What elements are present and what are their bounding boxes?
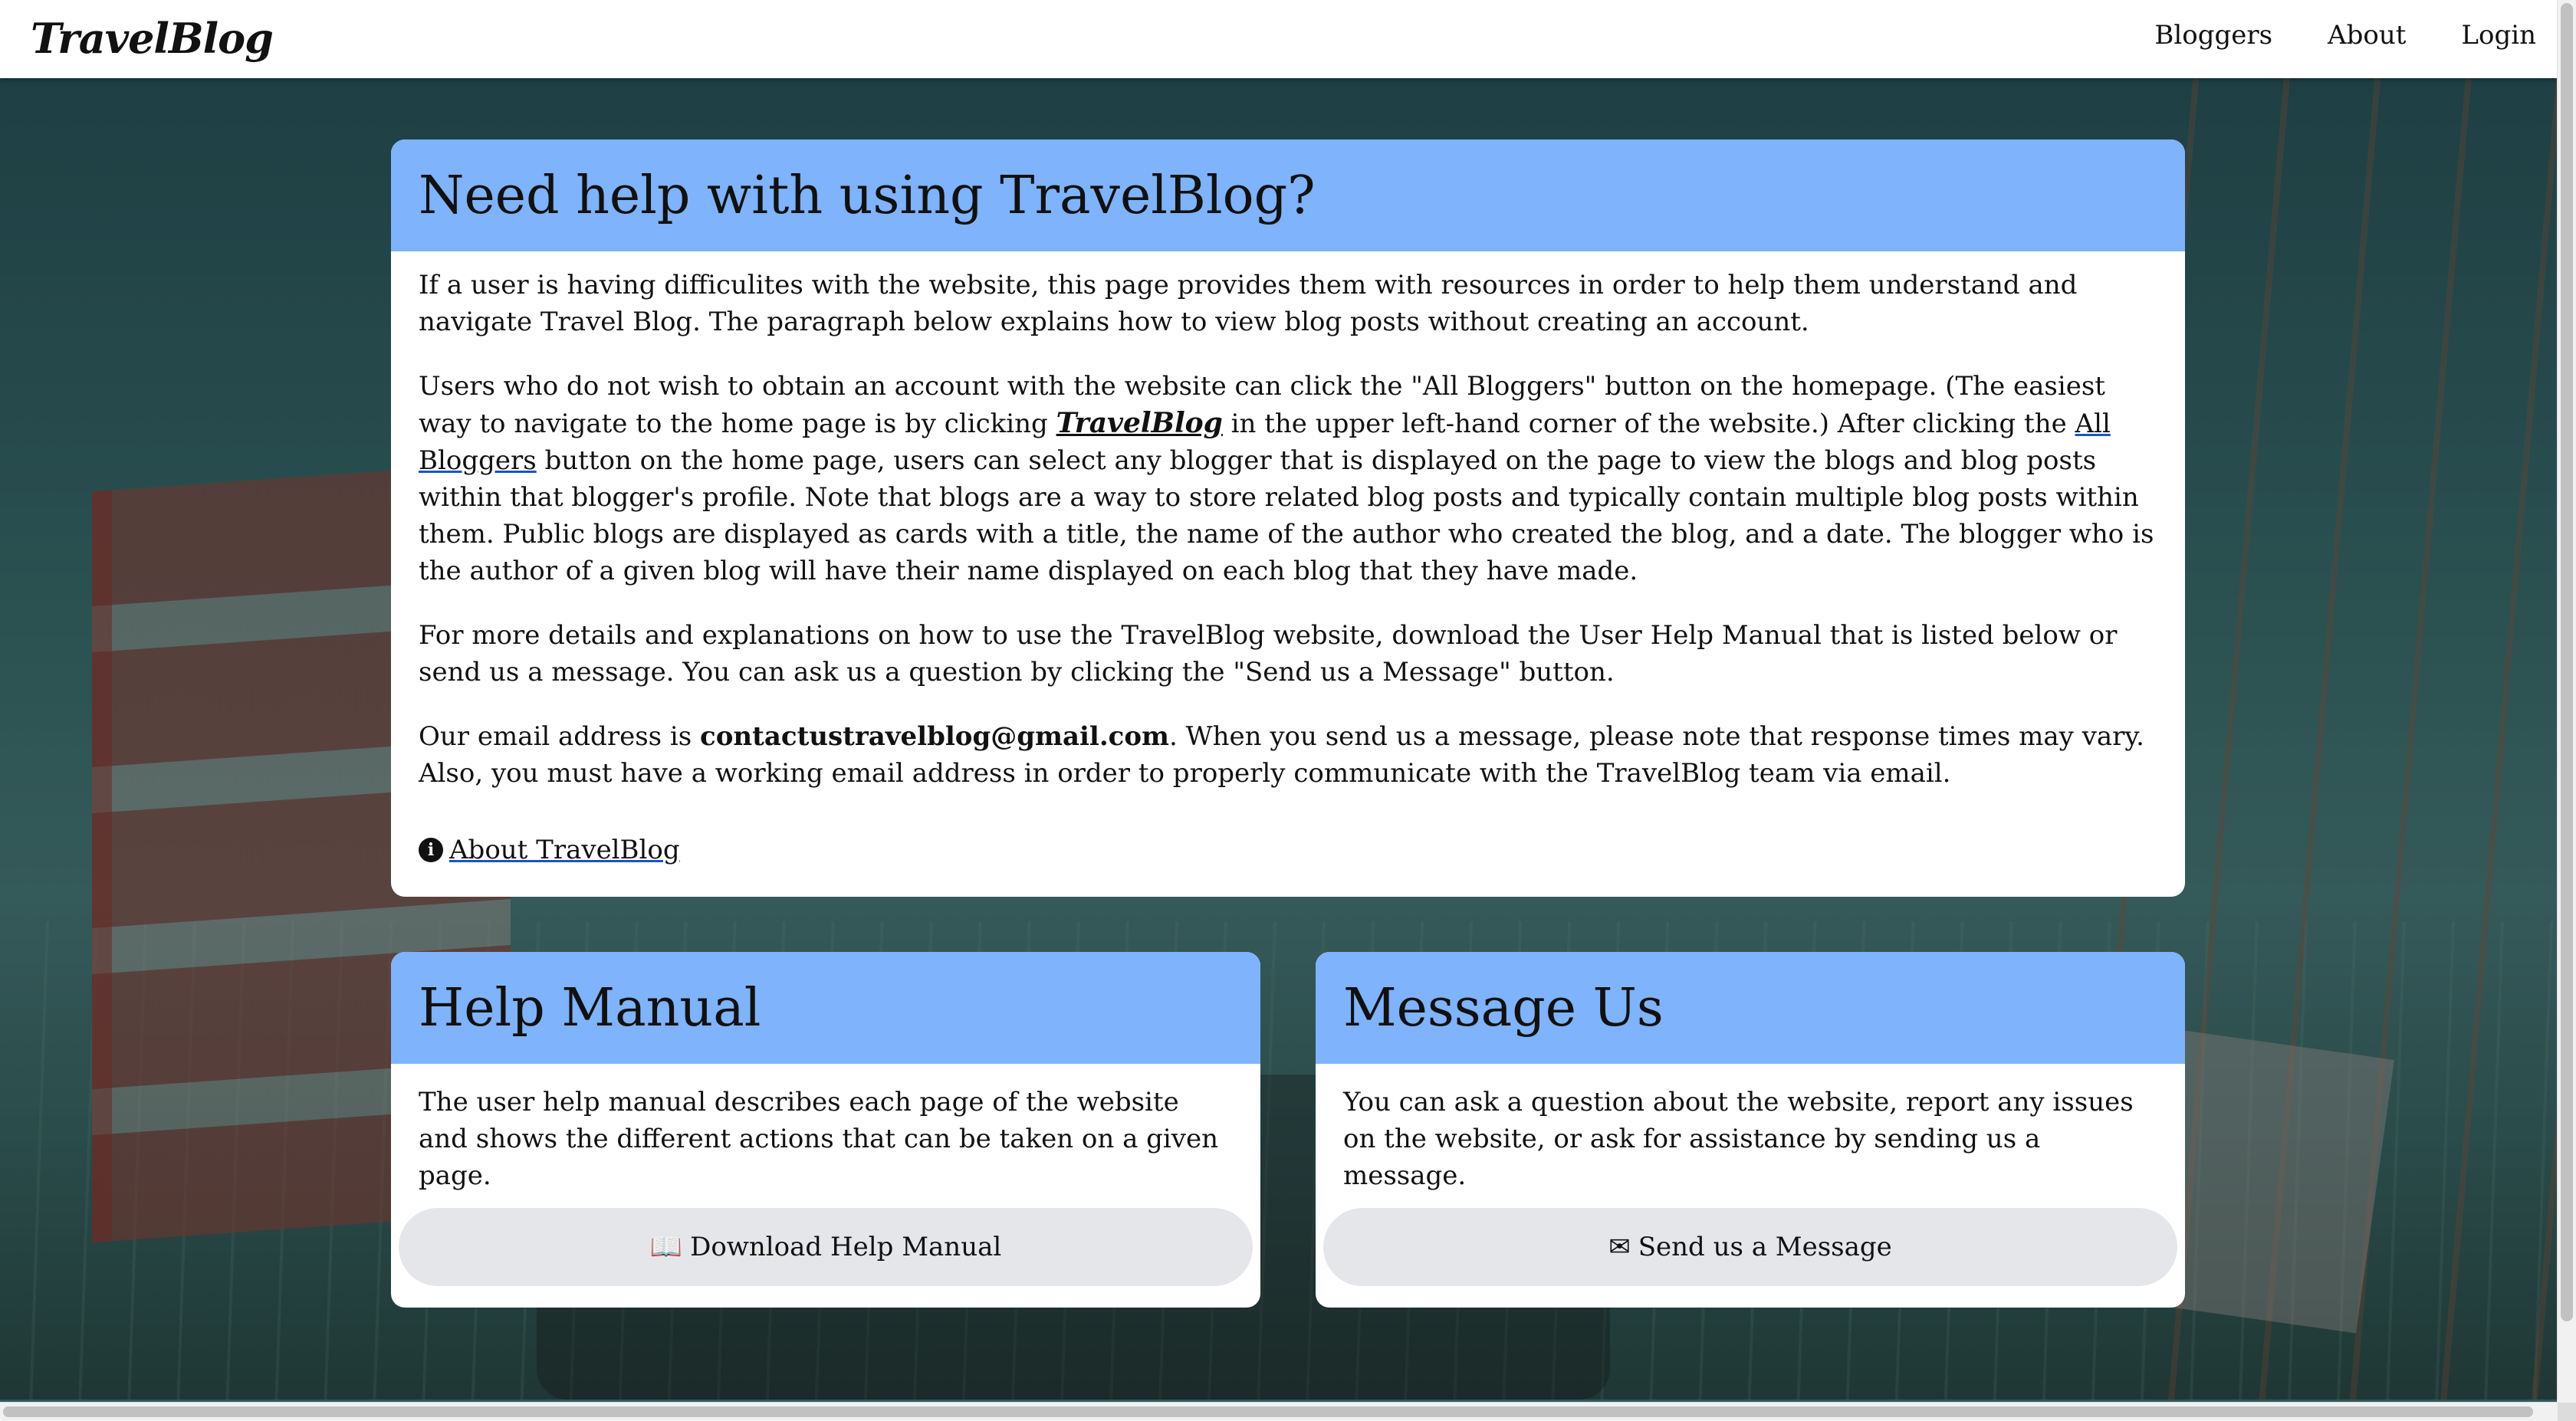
help-card-body: If a user is having difficulites with th… — [391, 251, 2185, 868]
envelope-icon: ✉ — [1608, 1232, 1631, 1262]
help-manual-title: Help Manual — [419, 977, 761, 1039]
message-us-header: Message Us — [1316, 952, 2185, 1064]
help-paragraph-email: Our email address is contactustravelblog… — [419, 718, 2157, 792]
inline-travelblog-brand[interactable]: TravelBlog — [1056, 407, 1223, 439]
send-message-button[interactable]: ✉ Send us a Message — [1323, 1208, 2177, 1286]
help-manual-description: The user help manual describes each page… — [419, 1087, 1219, 1191]
scrollbar-corner — [2558, 1403, 2576, 1421]
contact-email: contactustravelblog@gmail.com — [700, 721, 1170, 752]
message-us-description: You can ask a question about the website… — [1343, 1087, 2134, 1191]
brand-logo-link[interactable]: TravelBlog — [31, 14, 274, 63]
nav-about-link[interactable]: About — [2328, 20, 2406, 51]
help-manual-card: Help Manual The user help manual describ… — [391, 952, 1260, 1308]
top-navbar: TravelBlog Bloggers About Login — [0, 0, 2558, 78]
help-p2-text-c: button on the home page, users can selec… — [419, 445, 2154, 586]
help-title: Need help with using TravelBlog? — [419, 165, 1316, 226]
help-paragraph-intro: If a user is having difficulites with th… — [419, 270, 2078, 337]
info-circle-icon: i — [419, 838, 443, 862]
vertical-scrollbar[interactable] — [2557, 0, 2576, 1403]
about-link-row[interactable]: i About TravelBlog — [419, 832, 2157, 868]
download-help-manual-button[interactable]: 📖 Download Help Manual — [399, 1208, 1253, 1286]
message-us-body: You can ask a question about the website… — [1316, 1064, 2185, 1286]
send-message-label: Send us a Message — [1638, 1232, 1892, 1262]
nav-links: Bloggers About Login — [2154, 20, 2536, 51]
message-us-title: Message Us — [1343, 977, 1664, 1039]
about-travelblog-link[interactable]: About TravelBlog — [449, 832, 680, 868]
help-p2-text-b: in the upper left-hand corner of the web… — [1222, 409, 2075, 439]
vertical-scrollbar-thumb[interactable] — [2561, 3, 2573, 1321]
book-icon: 📖 — [649, 1232, 683, 1262]
help-card: Need help with using TravelBlog? If a us… — [391, 139, 2185, 897]
help-paragraph-navigation: Users who do not wish to obtain an accou… — [419, 368, 2157, 589]
download-help-manual-label: Download Help Manual — [690, 1232, 1002, 1262]
help-paragraph-details: For more details and explanations on how… — [419, 620, 2118, 688]
help-p4-text-a: Our email address is — [419, 721, 701, 752]
nav-bloggers-link[interactable]: Bloggers — [2154, 20, 2272, 51]
help-manual-body: The user help manual describes each page… — [391, 1064, 1260, 1286]
nav-login-link[interactable]: Login — [2461, 20, 2536, 51]
help-manual-header: Help Manual — [391, 952, 1260, 1064]
help-card-header: Need help with using TravelBlog? — [391, 139, 2185, 251]
message-us-card: Message Us You can ask a question about … — [1316, 952, 2185, 1308]
horizontal-scrollbar-thumb[interactable] — [3, 1406, 2533, 1417]
horizontal-scrollbar[interactable] — [0, 1402, 2558, 1421]
